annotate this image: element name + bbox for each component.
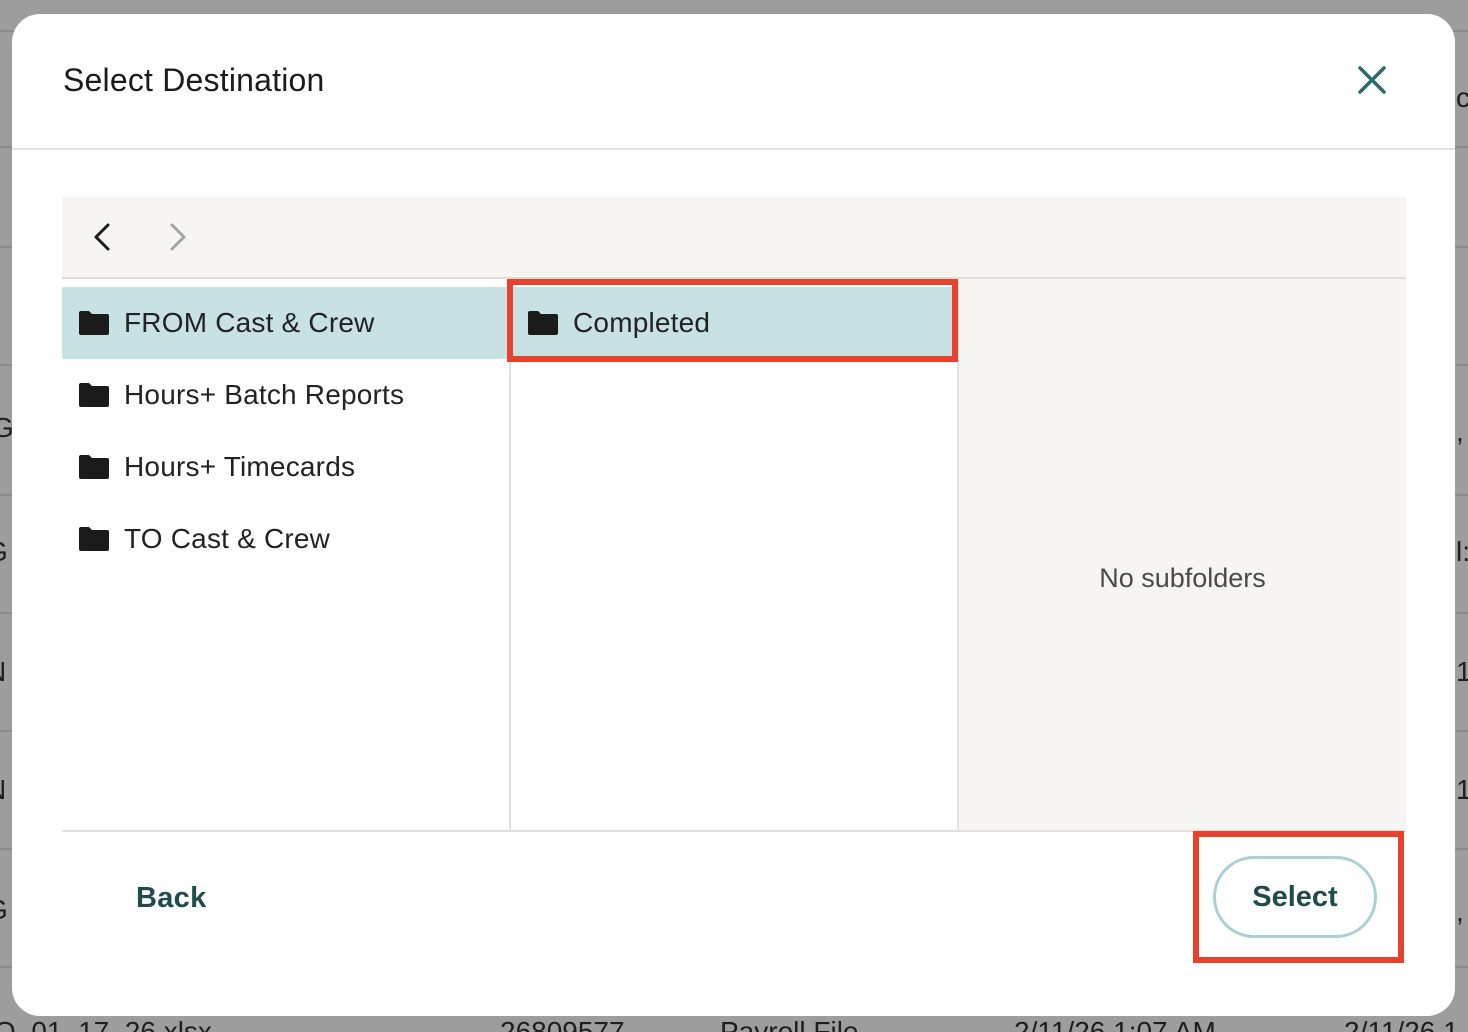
no-subfolders-message: No subfolders [1099,563,1266,593]
folder-item-hours-batch-reports[interactable]: Hours+ Batch Reports [62,359,509,431]
folder-icon [79,455,109,479]
background-text: 1 [1456,774,1468,805]
background-text: G [0,894,8,926]
folder-item-hours-timecards[interactable]: Hours+ Timecards [62,431,509,503]
nav-forward-button[interactable] [158,219,194,255]
background-text: N [0,774,6,806]
background-table-row: O_01_17_26.xlsx 26809577 Payroll File 2/… [0,1016,1468,1032]
chevron-right-icon [170,223,186,251]
background-cell: 26809577 [500,1016,625,1032]
select-destination-dialog: Select Destination FROM Cast & Crew Hour… [12,14,1455,1016]
folder-column-1: FROM Cast & Crew Hours+ Batch Reports Ho… [62,279,511,830]
folder-label: Hours+ Batch Reports [124,379,405,410]
background-cell: 2/11/26 1 [1344,1016,1459,1032]
folder-icon [528,311,558,335]
background-text: l: [1456,536,1468,567]
folder-label: Hours+ Timecards [124,451,356,482]
folder-label: FROM Cast & Crew [124,307,375,338]
dialog-header: Select Destination [12,14,1455,150]
folder-icon [79,527,109,551]
background-text: , [1456,896,1464,927]
folder-icon [79,383,109,407]
background-text: , [1456,416,1464,447]
background-text: 1 [1456,656,1468,687]
folder-column-3: No subfolders [959,279,1406,830]
folder-item-to-cast-crew[interactable]: TO Cast & Crew [62,503,509,575]
folder-icon [79,311,109,335]
chevron-left-icon [94,223,110,251]
close-button[interactable] [1352,62,1392,102]
background-cell: 2/11/26 1:07 AM [1014,1016,1216,1032]
nav-back-button[interactable] [86,219,122,255]
folder-label: TO Cast & Crew [124,523,331,554]
background-text: G [0,536,8,568]
folder-item-from-cast-crew[interactable]: FROM Cast & Crew [62,287,509,359]
folder-item-completed[interactable]: Completed [511,287,957,359]
background-text: c [1456,82,1468,113]
folder-label: Completed [573,307,711,338]
select-button[interactable]: Select [1213,856,1377,938]
background-cell: Payroll File [720,1016,859,1032]
folder-column-2: Completed [511,279,959,830]
folder-browser: FROM Cast & Crew Hours+ Batch Reports Ho… [62,197,1406,832]
dialog-title: Select Destination [63,62,325,98]
browser-divider [62,830,1406,832]
folder-nav-bar [62,197,1406,279]
background-text: N [0,656,6,688]
back-button[interactable]: Back [136,882,207,915]
close-icon [1358,66,1386,94]
background-cell: O_01_17_26.xlsx [0,1016,212,1032]
